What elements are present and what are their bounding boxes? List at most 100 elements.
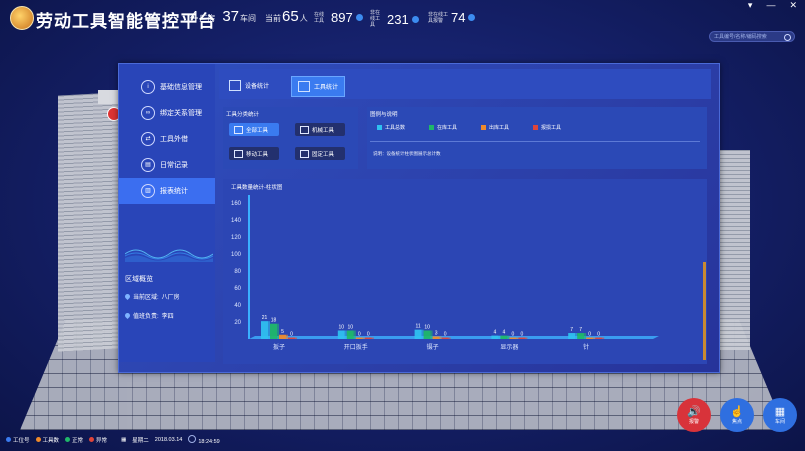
- clock: 18:24:59: [188, 435, 220, 445]
- bar: [279, 334, 286, 339]
- tools-icon: [234, 125, 243, 134]
- bar: [346, 330, 354, 339]
- bar-side: [593, 337, 596, 339]
- data-label: 4: [503, 330, 506, 336]
- bar-side: [448, 337, 451, 339]
- legend-item: 在库工具: [429, 124, 457, 131]
- divider: [370, 141, 700, 142]
- data-label: 5: [281, 329, 284, 335]
- x-tick-label: 显示器: [500, 344, 518, 351]
- filter-all-tools-button[interactable]: 全部工具: [229, 123, 279, 136]
- x-tick-label: 扳子: [273, 343, 285, 351]
- filter-mechanical-button[interactable]: 机械工具: [295, 123, 345, 136]
- filter-mobile-button[interactable]: 移动工具: [229, 147, 279, 160]
- legend-item: 工具总数: [377, 124, 405, 131]
- data-label: 10: [424, 325, 430, 331]
- y-tick-label: 140: [231, 218, 242, 224]
- data-label: 10: [348, 325, 354, 331]
- y-tick-label: 80: [234, 269, 241, 275]
- search-icon[interactable]: [784, 34, 791, 41]
- dropdown-button[interactable]: ▾: [748, 0, 753, 11]
- person-pin-icon: [123, 311, 132, 320]
- bar-chart-icon: [229, 80, 241, 91]
- bar-side: [295, 337, 297, 339]
- data-label: 0: [358, 332, 361, 338]
- data-label: 0: [588, 332, 591, 338]
- data-label: 4: [494, 330, 497, 336]
- bar: [509, 337, 517, 339]
- focus-button[interactable]: ☝ 焦点: [720, 398, 754, 432]
- bar-side: [362, 337, 365, 339]
- tab-device-stats[interactable]: 设备统计: [223, 76, 275, 95]
- y-tick-label: 60: [234, 286, 241, 292]
- window-controls: ▾ — ✕: [748, 0, 797, 11]
- sidebar: i 基础信息管理 ∞ 绑定关系管理 ⇄ 工具外借 ▤ 日常记录 ▥ 报表统计 区域概览 当…: [119, 64, 215, 362]
- building-corner: [98, 90, 120, 104]
- close-button[interactable]: ✕: [789, 0, 797, 11]
- current-area: 当前区域: 八厂房: [123, 292, 211, 301]
- alarm-button[interactable]: 🔊 报警: [677, 398, 711, 432]
- legend-item: 报损工具: [533, 124, 561, 131]
- link-icon: ∞: [141, 106, 155, 120]
- bar-side: [439, 336, 442, 339]
- bar-side: [353, 330, 356, 339]
- tab-bar: 设备统计 工具统计: [219, 69, 711, 99]
- bar-side: [371, 337, 374, 339]
- filter-title: 工具分类统计: [226, 112, 260, 118]
- sidebar-item-lending[interactable]: ⇄ 工具外借: [119, 128, 215, 150]
- bar: [270, 323, 277, 339]
- sidebar-item-binding[interactable]: ∞ 绑定关系管理: [119, 102, 215, 124]
- data-label: 0: [290, 332, 293, 338]
- bar: [261, 321, 268, 339]
- y-tick-label: 120: [231, 235, 242, 241]
- hammer-icon: [234, 149, 243, 158]
- search-input[interactable]: 工具编号/名称/编码搜索: [709, 31, 795, 42]
- clock-icon: [188, 435, 197, 443]
- chart-panel: 工具数量统计-柱状图 20 40 60 80 100 120 140 160 21 18 5 0 扳子 1…: [223, 179, 707, 364]
- legend-item: 出库工具: [481, 124, 509, 131]
- bar: [414, 329, 422, 339]
- bar-side: [421, 329, 424, 339]
- top-bar: 劳动工具智能管控平台 4 厂房 37 车间 当前 65 人 在线工具 897 非在线工具 2…: [0, 0, 805, 34]
- bar: [568, 333, 576, 339]
- data-label: 3: [435, 330, 438, 336]
- bar: [518, 337, 526, 339]
- sidebar-item-basic-info[interactable]: i 基础信息管理: [119, 76, 215, 98]
- offline-tools-stat: 非在线工具 231: [370, 10, 419, 28]
- tool-category-filter: 工具分类统计 全部工具 机械工具 移动工具 固定工具: [223, 107, 358, 169]
- share-icon: ⇄: [141, 132, 155, 146]
- tab-tool-stats[interactable]: 工具统计: [291, 76, 346, 97]
- info-dot-icon: [468, 14, 476, 21]
- bar-side: [525, 337, 528, 339]
- stats-panel: i 基础信息管理 ∞ 绑定关系管理 ⇄ 工具外借 ▤ 日常记录 ▥ 报表统计 区域概览 当…: [118, 63, 720, 373]
- bar: [491, 335, 499, 339]
- status-legend-item: 工具数: [35, 436, 59, 444]
- hand-pointer-icon: ☝: [730, 405, 744, 418]
- x-tick-label: 镊子: [427, 343, 439, 351]
- calendar-icon: ▤: [141, 158, 155, 172]
- online-tools-stat: 在线工具 897: [314, 10, 363, 25]
- status-bar: 工位号 工具数 正常 异常 ▦ 星期二 2018.03.14 18:24:59: [6, 435, 220, 445]
- data-label: 0: [597, 332, 600, 338]
- bar: [500, 335, 508, 339]
- workshop-button[interactable]: ▦ 车间: [763, 398, 797, 432]
- y-tick-label: 160: [231, 201, 242, 207]
- bar-side: [498, 335, 501, 339]
- chart-scrollbar[interactable]: [703, 262, 706, 360]
- data-label: 21: [262, 315, 268, 321]
- bar: [432, 336, 440, 339]
- info-dot-icon: [411, 15, 419, 23]
- bar-side: [268, 321, 270, 339]
- minimize-button[interactable]: —: [766, 0, 775, 11]
- bar: [364, 337, 372, 339]
- sidebar-item-reports[interactable]: ▥ 报表统计: [119, 178, 215, 204]
- filter-fixed-button[interactable]: 固定工具: [295, 147, 345, 160]
- wave-decoration: [125, 249, 213, 262]
- bar-chart: 2040608010012014016021 185 0扳子10 100 0开口扳手11…: [231, 195, 659, 351]
- sidebar-item-daily-log[interactable]: ▤ 日常记录: [119, 154, 215, 176]
- status-legend-item: 工位号: [6, 436, 30, 444]
- building-icon: ▦: [774, 405, 786, 418]
- date: 2018.03.14: [154, 437, 183, 443]
- x-tick-label: 针: [583, 343, 589, 351]
- bar-side: [286, 334, 288, 339]
